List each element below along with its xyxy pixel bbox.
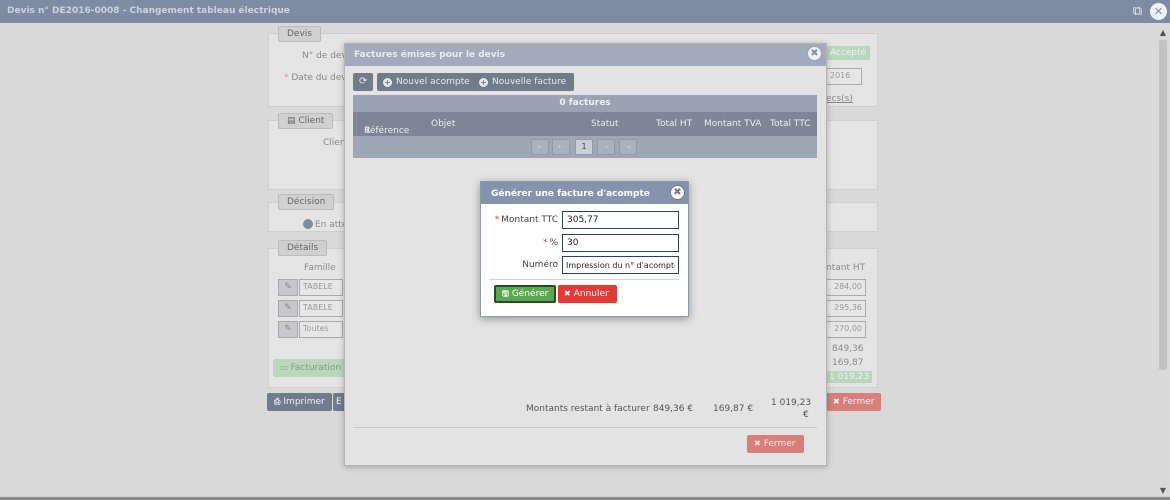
scrollbar-thumb[interactable] bbox=[1159, 40, 1167, 370]
acompte-dialog-title: Générer une facture d'acompte bbox=[491, 189, 650, 199]
close-x-icon: ✖ bbox=[754, 439, 761, 448]
column-montant-tva[interactable]: Montant TVA bbox=[704, 119, 761, 129]
details-legend: Détails bbox=[278, 240, 328, 256]
related-link[interactable]: ecs(s) bbox=[826, 94, 853, 104]
nouvel-acompte-button[interactable]: + Nouvel acompte bbox=[377, 73, 478, 91]
decision-legend: Décision bbox=[278, 194, 335, 210]
window-title: Devis n° DE2016-0008 - Changement tablea… bbox=[7, 6, 290, 16]
factures-count: 0 factures bbox=[353, 95, 817, 112]
annuler-button[interactable]: ✖ Annuler bbox=[558, 285, 617, 303]
acompte-dialog: Générer une facture d'acompte ✖ * Montant… bbox=[480, 181, 689, 317]
famille-cell: TABELE bbox=[299, 300, 343, 317]
prev-page-icon[interactable]: ⇠ bbox=[552, 139, 570, 155]
scroll-up-arrow-icon[interactable]: ▲ bbox=[1158, 28, 1168, 38]
factures-grid-header: Référence ⇕ Objet Statut Total HT Montan… bbox=[353, 112, 817, 136]
montant-column-header: ntant HT bbox=[826, 263, 866, 273]
numero-label: Numéro bbox=[522, 260, 558, 270]
print-icon: ⎙ bbox=[274, 397, 281, 406]
remaining-total-ttc: 1 019,23 bbox=[771, 398, 812, 408]
percent-label: *% bbox=[542, 238, 558, 248]
column-objet[interactable]: Objet bbox=[431, 119, 455, 129]
factures-pager: ⇤ ⇠ 1 ⇢ ⇥ bbox=[353, 136, 817, 158]
bg-total-ttc: 1 019,23 bbox=[826, 371, 873, 383]
column-total-ttc[interactable]: Total TTC bbox=[770, 119, 810, 129]
dialog-divider bbox=[489, 279, 679, 280]
montant-cell: 284,00 bbox=[826, 279, 866, 296]
sort-icon: ⇕ bbox=[364, 126, 372, 136]
edit-row-icon[interactable]: ✎ bbox=[278, 279, 298, 296]
acompte-dialog-header: Générer une facture d'acompte bbox=[481, 182, 688, 204]
date-devis-field[interactable]: 2016 bbox=[826, 68, 862, 85]
totals-label: Montants restant à facturer bbox=[526, 404, 650, 414]
factures-modal-header: Factures émises pour le devis bbox=[345, 44, 826, 66]
factures-modal-title: Factures émises pour le devis bbox=[354, 50, 506, 60]
close-modal-icon[interactable]: ✖ bbox=[807, 46, 822, 61]
montant-ttc-field[interactable] bbox=[562, 211, 679, 229]
client-legend: ▤ Client bbox=[278, 113, 334, 129]
decision-radio-icon[interactable] bbox=[303, 219, 313, 229]
facturation-icon: ▭ bbox=[280, 363, 288, 372]
close-x-icon: ✖ bbox=[564, 289, 571, 298]
remaining-total-ttc-currency: € bbox=[803, 410, 809, 420]
close-x-icon: ✖ bbox=[833, 397, 840, 406]
plus-circle-icon: + bbox=[479, 78, 488, 87]
famille-cell: Toutes bbox=[299, 321, 343, 338]
refresh-icon: ⟳ bbox=[359, 76, 368, 87]
close-window-icon[interactable]: ✕ bbox=[1150, 3, 1167, 20]
famille-cell: TABELE bbox=[299, 279, 343, 296]
refresh-button[interactable]: ⟳ bbox=[353, 73, 374, 91]
first-page-icon[interactable]: ⇤ bbox=[531, 139, 549, 155]
decision-status: En atte bbox=[303, 219, 347, 230]
current-page[interactable]: 1 bbox=[575, 139, 593, 155]
column-statut[interactable]: Statut bbox=[591, 119, 619, 129]
fermer-button[interactable]: ✖ Fermer bbox=[747, 435, 805, 453]
edit-row-icon[interactable]: ✎ bbox=[278, 300, 298, 317]
window-titlebar: Devis n° DE2016-0008 - Changement tablea… bbox=[0, 0, 1170, 23]
devis-legend: Devis bbox=[278, 26, 321, 42]
status-badge: Accepté bbox=[826, 46, 871, 60]
next-page-icon[interactable]: ⇢ bbox=[597, 139, 615, 155]
facturation-button[interactable]: ▭ Facturation bbox=[273, 359, 349, 377]
restore-window-icon[interactable]: ⧉ bbox=[1129, 3, 1146, 20]
imprimer-button[interactable]: ⎙ Imprimer bbox=[267, 393, 332, 411]
last-page-icon[interactable]: ⇥ bbox=[619, 139, 637, 155]
close-dialog-icon[interactable]: ✖ bbox=[670, 185, 685, 200]
remaining-total-ht: 849,36 € bbox=[653, 404, 694, 414]
numero-field[interactable] bbox=[562, 256, 679, 274]
montant-ttc-label: * Montant TTC bbox=[494, 215, 558, 225]
plus-circle-icon: + bbox=[383, 78, 392, 87]
remaining-total-tva: 169,87 € bbox=[713, 404, 754, 414]
scroll-down-arrow-icon[interactable]: ▼ bbox=[1158, 486, 1168, 496]
generer-button[interactable]: 🖫 Générer bbox=[494, 285, 557, 303]
montant-cell: 270,00 bbox=[826, 321, 866, 338]
bg-total-ht: 849,36 bbox=[832, 344, 864, 354]
column-total-ht[interactable]: Total HT bbox=[656, 119, 692, 129]
modal-divider bbox=[353, 427, 817, 428]
nouvelle-facture-button[interactable]: + Nouvelle facture bbox=[473, 73, 575, 91]
bg-total-tva: 169,87 bbox=[832, 358, 864, 368]
famille-column-header: Famille bbox=[304, 263, 336, 273]
client-card-icon: ▤ bbox=[287, 116, 299, 126]
montant-cell: 295,36 bbox=[826, 300, 866, 317]
percent-field[interactable] bbox=[562, 234, 679, 252]
edit-row-icon[interactable]: ✎ bbox=[278, 321, 298, 338]
bg-fermer-button[interactable]: ✖ Fermer bbox=[826, 393, 882, 411]
save-icon: 🖫 bbox=[502, 289, 509, 298]
